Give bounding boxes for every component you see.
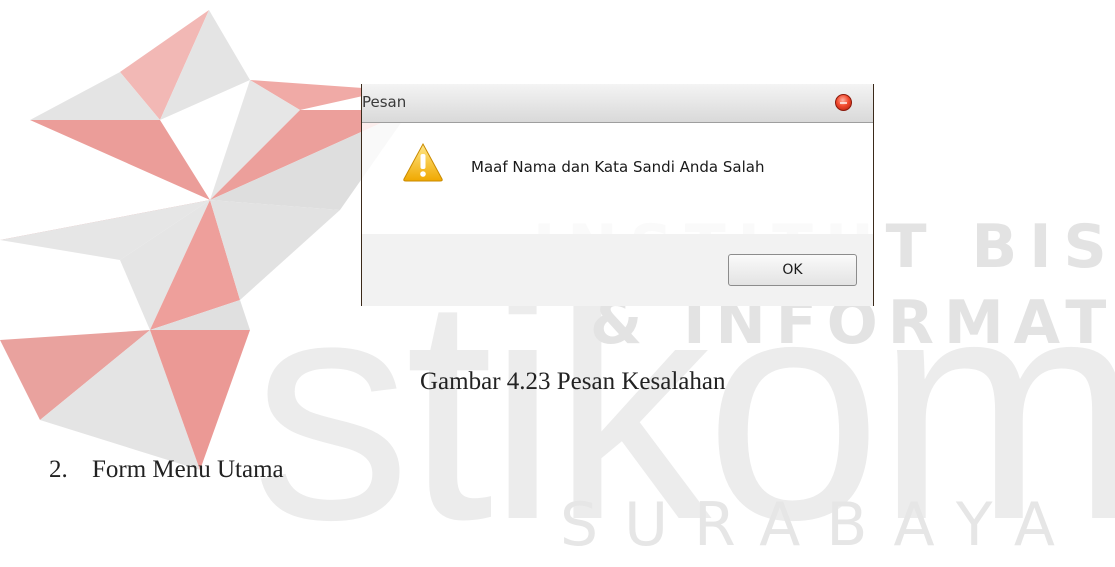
list-item-text: Form Menu Utama — [92, 456, 284, 483]
message-dialog: Pesan Maaf Nama dan Kata Sandi Anda Sala… — [361, 84, 874, 306]
document-page: stikom INSTITUT BISNIS & INFORMATIKA SUR… — [0, 0, 1115, 567]
figure-caption: Gambar 4.23 Pesan Kesalahan — [420, 368, 726, 395]
dialog-title: Pesan — [362, 93, 407, 111]
warning-icon — [403, 142, 443, 182]
dialog-message: Maaf Nama dan Kata Sandi Anda Salah — [471, 158, 765, 176]
dialog-titlebar[interactable]: Pesan — [362, 84, 873, 123]
watermark-city: SURABAYA — [560, 490, 1081, 560]
close-icon[interactable] — [835, 94, 852, 111]
list-item-number: 2. — [49, 456, 68, 483]
ok-button[interactable]: OK — [728, 254, 857, 286]
list-item: 2. Form Menu Utama — [49, 456, 284, 484]
